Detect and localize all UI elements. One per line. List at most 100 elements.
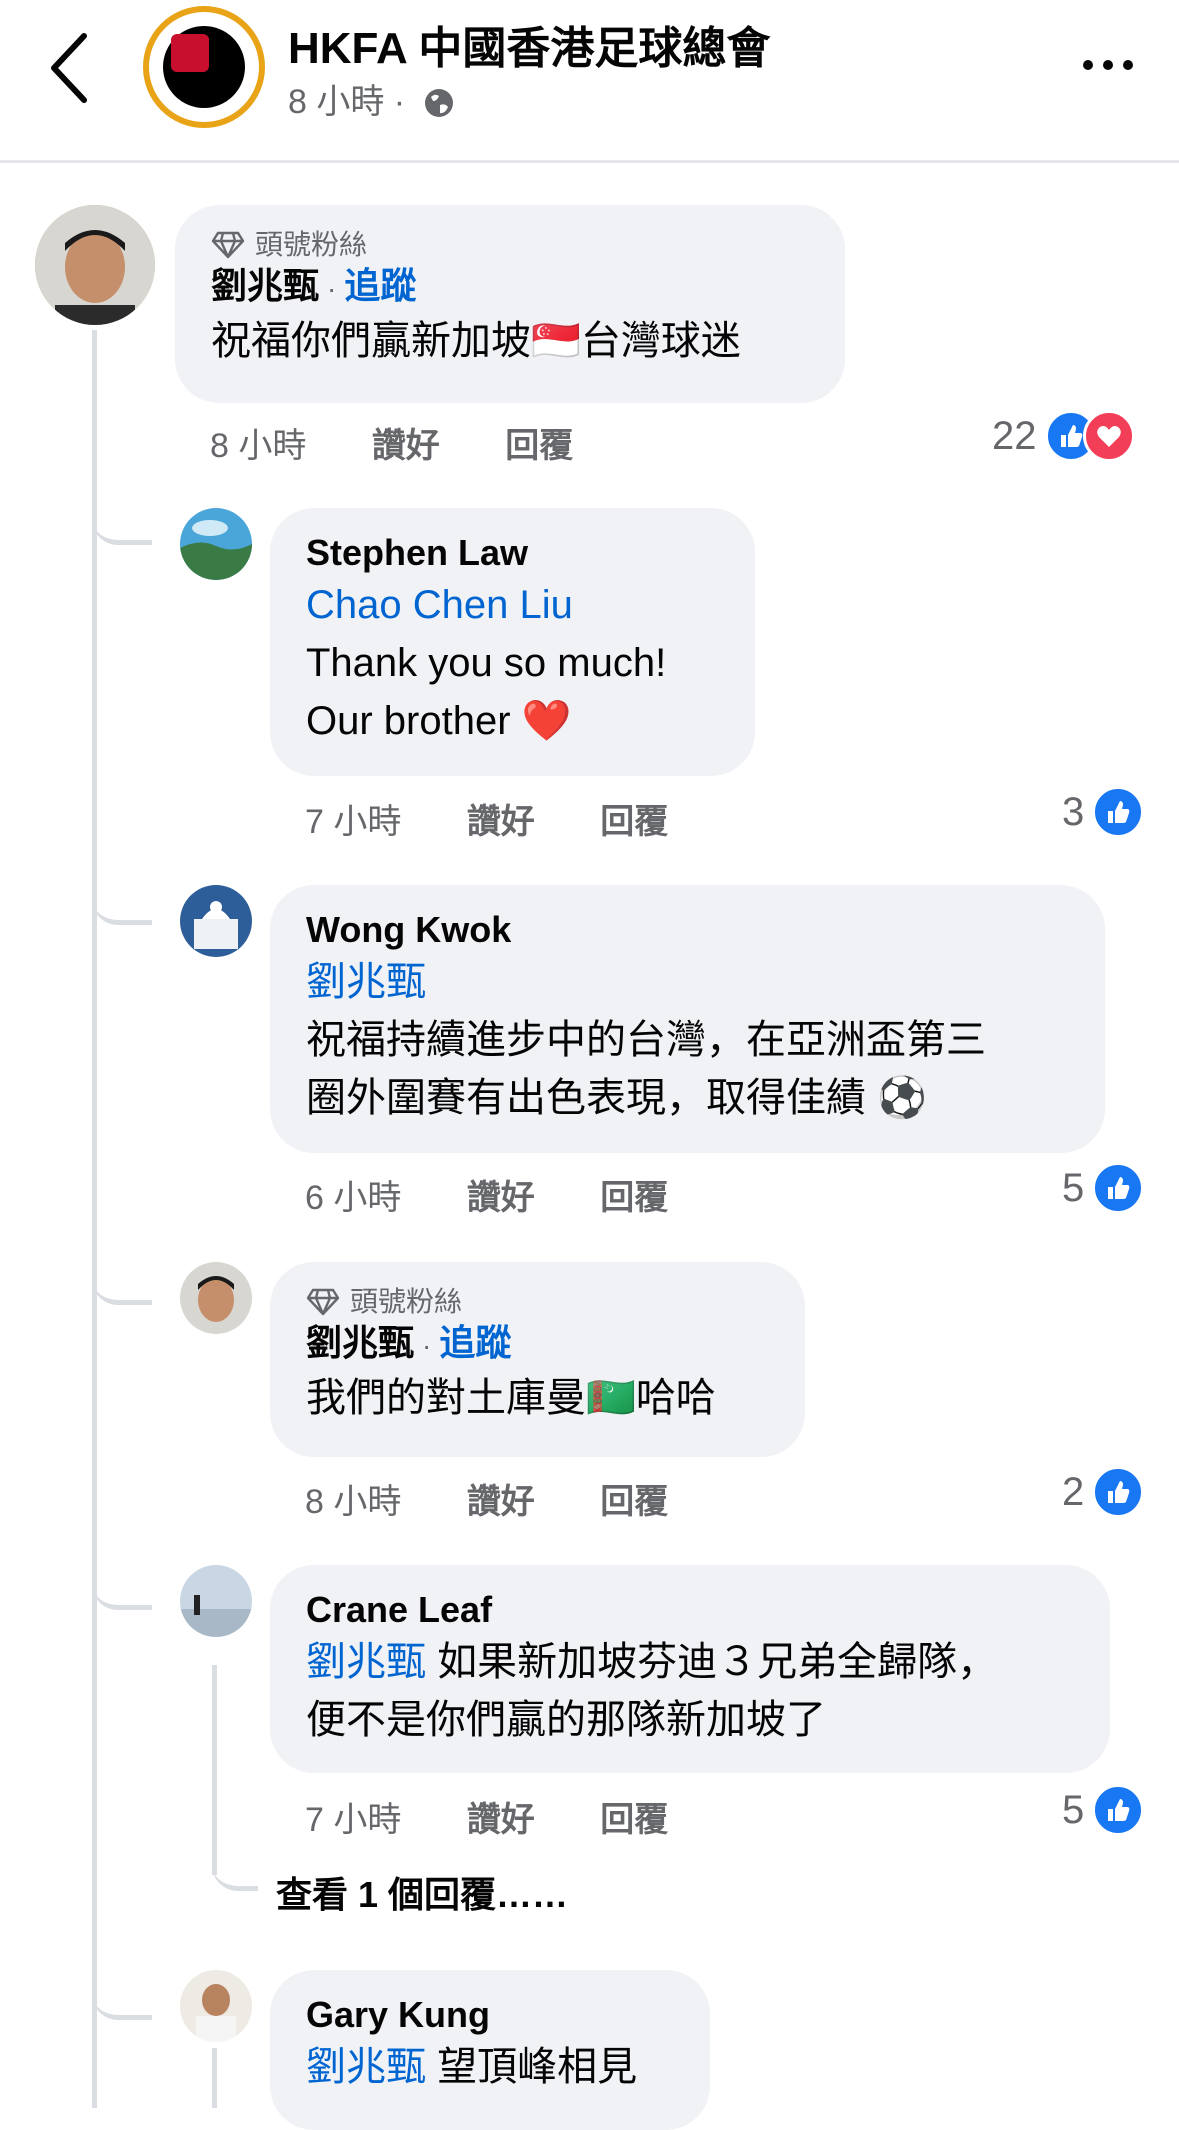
top-fan-badge: 頭號粉絲	[211, 227, 809, 263]
like-reaction-icon	[1092, 1466, 1145, 1518]
badge-label: 頭號粉絲	[255, 229, 368, 260]
mention-link[interactable]: 劉兆甄	[306, 1640, 426, 1684]
comment-time: 7 小時	[305, 1801, 402, 1839]
thread-branch	[92, 480, 152, 545]
post-time: 8 小時 ·	[288, 74, 455, 123]
avatar[interactable]	[180, 885, 252, 957]
comment-bubble: Stephen Law Chao Chen Liu Thank you so m…	[270, 508, 755, 776]
like-button[interactable]: 讚好	[467, 1483, 535, 1521]
reply-button[interactable]: 回覆	[600, 1801, 668, 1839]
reply-button[interactable]: 回覆	[505, 427, 573, 465]
comment-actions: 7 小時 讚好 回覆	[305, 1792, 724, 1841]
avatar[interactable]	[180, 1262, 252, 1334]
comment-text-line: 望頂峰相見	[437, 2045, 638, 2089]
comment-bubble: Crane Leaf 劉兆甄 如果新加坡芬迪３兄弟全歸隊， 便不是你們贏的那隊新…	[270, 1565, 1110, 1773]
view-replies-link[interactable]: 查看 1 個回覆……	[276, 1866, 568, 1918]
comment-author[interactable]: 劉兆甄 · 追蹤	[306, 1320, 769, 1369]
comment-actions: 8 小時 讚好 回覆	[210, 418, 629, 467]
comment-text-part: 台灣球迷	[580, 319, 741, 363]
follow-button[interactable]: 追蹤	[344, 265, 416, 306]
reply-button[interactable]: 回覆	[600, 1483, 668, 1521]
sub-thread-line	[212, 2048, 217, 2108]
avatar[interactable]	[180, 1970, 252, 2042]
page-name[interactable]: HKFA 中國香港足球總會	[288, 12, 770, 76]
mention-link[interactable]: Chao Chen Liu	[306, 576, 719, 634]
author-name[interactable]: 劉兆甄	[306, 1322, 414, 1363]
diamond-icon	[306, 1288, 340, 1316]
singapore-flag: 🇸🇬	[531, 319, 581, 363]
like-button[interactable]: 讚好	[467, 803, 535, 841]
post-header: HKFA 中國香港足球總會 8 小時 ·	[0, 0, 1179, 163]
comment-actions: 7 小時 讚好 回覆	[305, 794, 724, 843]
more-options-icon[interactable]	[1078, 50, 1138, 80]
thread-branch	[92, 1240, 152, 1305]
globe-icon	[424, 89, 453, 117]
comment-text: Our brother ❤️	[306, 692, 719, 750]
soccer-ball-emoji: ⚽	[877, 1076, 927, 1120]
reply-button[interactable]: 回覆	[600, 803, 668, 841]
reply-button[interactable]: 回覆	[600, 1179, 668, 1217]
diamond-icon	[211, 231, 245, 259]
comment-author[interactable]: 劉兆甄 · 追蹤	[211, 263, 809, 312]
comment-bubble: Wong Kwok 劉兆甄 祝福持續進步中的台灣，在亞洲盃第三 圈外圍賽有出色表…	[270, 885, 1105, 1153]
comment-text-line: Thank you so much!	[306, 641, 667, 685]
comment-text: 圈外圍賽有出色表現，取得佳績 ⚽	[306, 1069, 1069, 1127]
like-reaction-icon	[1092, 786, 1145, 838]
comment-actions: 6 小時 讚好 回覆	[305, 1170, 724, 1219]
page-avatar-logo[interactable]	[143, 6, 265, 128]
reaction-count: 5	[1062, 1165, 1085, 1210]
reaction-count: 22	[992, 413, 1037, 458]
comment-text-line: 便不是你們贏的那隊新加坡了	[306, 1698, 826, 1742]
comment-time: 8 小時	[305, 1483, 402, 1521]
reaction-summary[interactable]: 5	[1062, 1162, 1145, 1214]
comment-text-part: 祝福你們贏新加坡	[211, 319, 531, 363]
back-arrow-icon[interactable]	[44, 28, 104, 108]
follow-button[interactable]: 追蹤	[439, 1322, 511, 1363]
badge-label: 頭號粉絲	[350, 1286, 463, 1317]
avatar[interactable]	[180, 508, 252, 580]
author-name[interactable]: Wong Kwok	[306, 907, 1069, 953]
thread-branch	[92, 1545, 152, 1610]
comment-time: 8 小時	[210, 427, 307, 465]
author-name[interactable]: Crane Leaf	[306, 1587, 1074, 1633]
author-name[interactable]: 劉兆甄	[211, 265, 319, 306]
comment-text: 祝福你們贏新加坡🇸🇬台灣球迷	[211, 312, 809, 370]
avatar[interactable]	[180, 1565, 252, 1637]
like-button[interactable]: 讚好	[467, 1179, 535, 1217]
comment-text: 劉兆甄 望頂峰相見	[306, 2038, 674, 2096]
comment-text: 我們的對土庫曼🇹🇲哈哈	[306, 1369, 769, 1427]
comment-bubble: 頭號粉絲 劉兆甄 · 追蹤 我們的對土庫曼🇹🇲哈哈	[270, 1262, 805, 1457]
top-fan-badge: 頭號粉絲	[306, 1284, 769, 1320]
reaction-count: 5	[1062, 1787, 1085, 1832]
thread-branch	[92, 860, 152, 925]
avatar[interactable]	[35, 205, 155, 325]
like-button[interactable]: 讚好	[467, 1801, 535, 1839]
reaction-summary[interactable]: 5	[1062, 1784, 1145, 1836]
thread-branch	[92, 1955, 152, 2020]
reaction-summary[interactable]: 3	[1062, 786, 1145, 838]
author-name[interactable]: Stephen Law	[306, 530, 719, 576]
comment-text-part: 我們的對土庫曼	[306, 1376, 586, 1420]
comment-bubble: 頭號粉絲 劉兆甄 · 追蹤 祝福你們贏新加坡🇸🇬台灣球迷	[175, 205, 845, 403]
comment-actions: 8 小時 讚好 回覆	[305, 1474, 724, 1523]
comment-text-part: 哈哈	[635, 1376, 716, 1420]
reaction-summary[interactable]: 2	[1062, 1466, 1145, 1518]
love-reaction-icon	[1082, 410, 1135, 462]
comment-text-line: 圈外圍賽有出色表現，取得佳績	[306, 1076, 866, 1120]
mention-link[interactable]: 劉兆甄	[306, 953, 1069, 1011]
comment-bubble: Gary Kung 劉兆甄 望頂峰相見	[270, 1970, 710, 2130]
mention-link[interactable]: 劉兆甄	[306, 2045, 426, 2089]
thread-line	[92, 330, 97, 2108]
comment-time: 7 小時	[305, 803, 402, 841]
comment-text-line: 祝福持續進步中的台灣，在亞洲盃第三	[306, 1018, 986, 1062]
reaction-count: 3	[1062, 789, 1085, 834]
like-button[interactable]: 讚好	[372, 427, 440, 465]
comment-text: 劉兆甄 如果新加坡芬迪３兄弟全歸隊，	[306, 1633, 1074, 1691]
reaction-count: 2	[1062, 1469, 1085, 1514]
like-reaction-icon	[1092, 1162, 1145, 1214]
author-name[interactable]: Gary Kung	[306, 1992, 674, 2038]
comment-text-line: 如果新加坡芬迪３兄弟全歸隊，	[437, 1640, 998, 1684]
comment-text-line: Our brother	[306, 699, 511, 743]
heart-emoji: ❤️	[521, 699, 572, 743]
reaction-summary[interactable]: 22	[992, 410, 1135, 462]
